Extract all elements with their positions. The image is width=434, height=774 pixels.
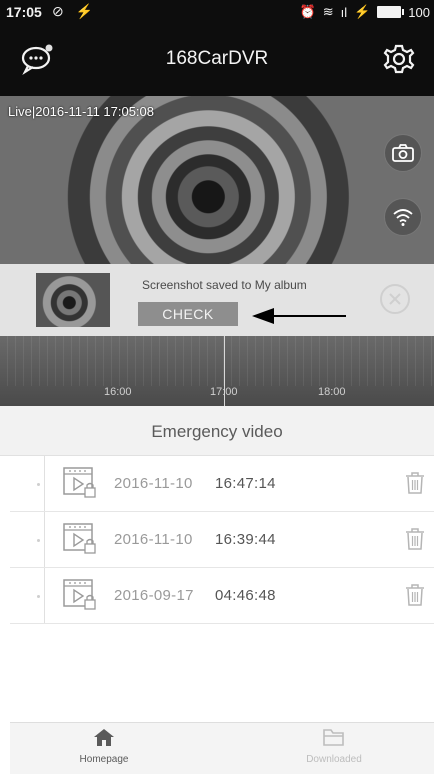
app-header: 168CarDVR xyxy=(0,26,434,96)
status-right-icons: ⏰ ≋ ıl ⚡ 100 xyxy=(300,4,430,20)
timeline-ticks xyxy=(0,336,434,386)
toast-message: Screenshot saved to My album xyxy=(142,278,307,292)
video-timeline[interactable]: 16:00 17:00 18:00 xyxy=(0,336,434,406)
timeline-tick-label: 16:00 xyxy=(104,386,132,398)
battery-icon xyxy=(377,6,405,18)
video-time: 16:47:14 xyxy=(215,475,276,492)
nav-downloaded-label: Downloaded xyxy=(306,754,362,765)
timeline-dot xyxy=(37,539,40,542)
video-time: 04:46:48 xyxy=(215,587,276,604)
alarm-icon: ⏰ xyxy=(299,4,316,19)
wifi-button[interactable] xyxy=(384,198,422,236)
camera-icon xyxy=(392,144,414,162)
screenshot-toast: Screenshot saved to My album CHECK xyxy=(0,264,434,336)
bottom-navigation: Homepage Downloaded xyxy=(10,722,434,774)
snapshot-button[interactable] xyxy=(384,134,422,172)
battery-level: 100 xyxy=(408,4,430,20)
list-item[interactable]: 2016-11-10 16:39:44 xyxy=(10,512,434,568)
folder-icon xyxy=(323,729,344,746)
signal-icon: ıl xyxy=(340,4,348,20)
nav-homepage[interactable]: Homepage xyxy=(44,727,164,765)
wifi-icon xyxy=(393,209,413,226)
screenshot-thumbnail[interactable] xyxy=(36,273,110,327)
video-date: 2016-11-10 xyxy=(114,531,193,548)
home-icon xyxy=(94,729,114,746)
emergency-video-list: 2016-11-10 16:47:14 2016-11-10 16:39:44 xyxy=(10,456,434,624)
nav-downloaded[interactable]: Downloaded xyxy=(274,727,394,765)
settings-button[interactable] xyxy=(382,42,416,76)
locked-video-icon xyxy=(63,523,96,554)
video-time: 16:39:44 xyxy=(215,531,276,548)
status-time: 17:05 xyxy=(6,4,42,20)
locked-video-icon xyxy=(63,467,96,498)
locked-video-icon xyxy=(63,579,96,610)
trash-icon[interactable] xyxy=(404,527,426,551)
timeline-tick-label: 17:00 xyxy=(210,386,238,398)
gear-icon xyxy=(383,44,415,74)
timeline-tick-label: 18:00 xyxy=(318,386,346,398)
timeline-dot xyxy=(37,483,40,486)
live-video-view[interactable]: Live|2016-11-11 17:05:08 xyxy=(0,96,434,264)
trash-icon[interactable] xyxy=(404,471,426,495)
list-item[interactable]: 2016-09-17 04:46:48 xyxy=(10,568,434,624)
status-bar: 17:05 ⊘ ⚡ ⏰ ≋ ıl ⚡ 100 xyxy=(0,0,434,26)
check-button[interactable]: CHECK xyxy=(138,302,238,326)
live-timestamp: Live|2016-11-11 17:05:08 xyxy=(8,104,155,119)
notification-icons: ⊘ ⚡ xyxy=(52,3,98,19)
trash-icon[interactable] xyxy=(404,583,426,607)
app-title: 168CarDVR xyxy=(165,48,269,69)
list-item[interactable]: 2016-11-10 16:47:14 xyxy=(10,456,434,512)
charging-icon: ⚡ xyxy=(354,4,371,19)
close-icon xyxy=(389,293,401,305)
wifi-status-icon: ≋ xyxy=(322,4,334,19)
toast-close-button[interactable] xyxy=(380,284,410,314)
nav-homepage-label: Homepage xyxy=(79,754,129,765)
pointer-arrow-icon xyxy=(252,308,346,324)
video-date: 2016-11-10 xyxy=(114,475,193,492)
timeline-dot xyxy=(37,595,40,598)
video-date: 2016-09-17 xyxy=(114,587,194,604)
emergency-video-title: Emergency video xyxy=(151,422,283,441)
emergency-video-header: Emergency video xyxy=(0,406,434,456)
app-screen: 17:05 ⊘ ⚡ ⏰ ≋ ıl ⚡ 100 168CarDVR Live|20… xyxy=(0,0,434,774)
